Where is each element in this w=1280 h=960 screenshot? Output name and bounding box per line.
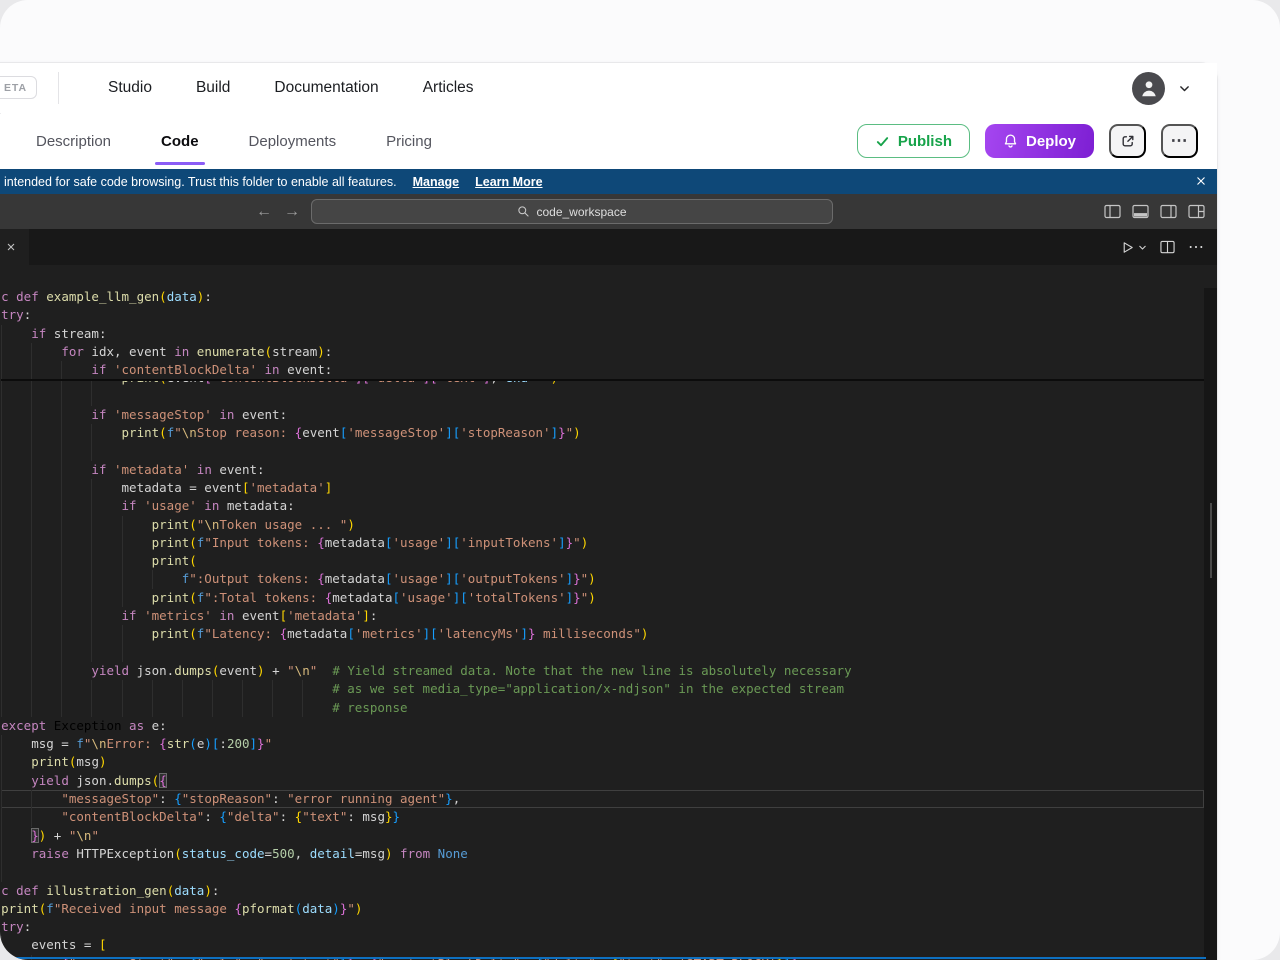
- editor-tab-partial[interactable]: [0, 229, 29, 265]
- nav-item-build[interactable]: Build: [196, 79, 230, 97]
- restricted-mode-banner: intended for safe code browsing. Trust t…: [0, 169, 1217, 194]
- code-line[interactable]: "messageStop": {"stopReason": "error run…: [1, 790, 1204, 808]
- scrollbar-thumb[interactable]: [1210, 503, 1212, 578]
- deploy-button[interactable]: Deploy: [985, 124, 1094, 158]
- code-line[interactable]: yield json.dumps(event) + "\n" # Yield s…: [1, 662, 1204, 680]
- tab-close-icon[interactable]: [5, 241, 17, 253]
- code-line[interactable]: print(f"\nStop reason: {event['messageSt…: [1, 424, 1204, 442]
- command-center[interactable]: code_workspace: [311, 199, 833, 224]
- deploy-label: Deploy: [1026, 133, 1076, 150]
- code-editor[interactable]: async def example_llm_gen(data): try: if…: [1, 288, 1204, 960]
- tab-description[interactable]: Description: [36, 113, 111, 169]
- tab-deployments[interactable]: Deployments: [249, 113, 337, 169]
- code-line[interactable]: msg = f"\nError: {str(e)[:200]}": [1, 735, 1204, 753]
- learn-more-link[interactable]: Learn More: [475, 175, 542, 189]
- vscode-embed: intended for safe code browsing. Trust t…: [0, 169, 1217, 960]
- code-line[interactable]: print("\nToken usage ... "): [1, 516, 1204, 534]
- code-line[interactable]: raise HTTPException(status_code=500, det…: [1, 845, 1204, 863]
- editor-more-actions-icon[interactable]: ⋯: [1188, 237, 1204, 257]
- code-line[interactable]: print(f"Latency: {metadata['metrics']['l…: [1, 625, 1204, 643]
- run-button[interactable]: [1120, 240, 1147, 255]
- code-line[interactable]: if 'messageStop' in event:: [1, 406, 1204, 424]
- toggle-panel-icon[interactable]: [1132, 204, 1149, 219]
- code-line[interactable]: except Exception as e:: [1, 717, 1204, 735]
- code-line[interactable]: async def example_llm_gen(data):: [1, 288, 1204, 306]
- code-line[interactable]: print(f"Received input message {pformat(…: [1, 900, 1204, 918]
- workspace-name: code_workspace: [536, 205, 626, 219]
- history-back-button[interactable]: ←: [256, 203, 272, 221]
- code-line[interactable]: "contentBlockDelta": {"delta": {"text": …: [1, 808, 1204, 826]
- tab-pricing[interactable]: Pricing: [386, 113, 432, 169]
- code-line[interactable]: if stream:: [1, 325, 1204, 343]
- editor-tabstrip: ⋯: [0, 229, 1217, 265]
- code-line[interactable]: print(msg): [1, 753, 1204, 771]
- code-lines: if 'messageStop' in event: print(f"\nSto…: [1, 387, 1204, 960]
- more-options-button[interactable]: ⋯: [1161, 124, 1198, 158]
- project-subnav: Description Code Deployments Pricing Publis…: [1, 113, 1217, 169]
- code-line[interactable]: if 'metadata' in event:: [1, 461, 1204, 479]
- breadcrumbs-bar: [0, 265, 1217, 288]
- code-line[interactable]: [1, 442, 1204, 460]
- split-editor-icon[interactable]: [1160, 240, 1175, 254]
- tab-code[interactable]: Code: [161, 113, 199, 169]
- check-icon: [875, 134, 890, 149]
- play-icon: [1120, 240, 1135, 255]
- code-line[interactable]: if 'metrics' in event['metadata']:: [1, 607, 1204, 625]
- avatar[interactable]: [1132, 72, 1165, 105]
- code-line[interactable]: events = [: [1, 936, 1204, 954]
- bell-icon: [1003, 133, 1018, 149]
- code-line[interactable]: f":Output tokens: {metadata['usage']['ou…: [1, 570, 1204, 588]
- code-line[interactable]: print(f"Input tokens: {metadata['usage']…: [1, 534, 1204, 552]
- project-card: ETA Studio Build Documentation Articles: [0, 62, 1218, 960]
- editor-scrollbar: [1204, 288, 1217, 960]
- history-forward-button[interactable]: →: [284, 203, 300, 221]
- code-line[interactable]: if 'contentBlockDelta' in event:: [1, 361, 1204, 379]
- beta-badge: ETA: [0, 76, 37, 99]
- code-line[interactable]: [1, 863, 1204, 881]
- chevron-down-icon[interactable]: [1178, 82, 1191, 95]
- code-line[interactable]: async def illustration_gen(data):: [1, 882, 1204, 900]
- search-icon: [517, 205, 530, 218]
- publish-label: Publish: [898, 133, 952, 150]
- app-window: ETA Studio Build Documentation Articles: [0, 0, 1280, 960]
- main-nav: Studio Build Documentation Articles: [108, 63, 474, 113]
- toggle-sidebar-left-icon[interactable]: [1104, 204, 1121, 219]
- nav-item-documentation[interactable]: Documentation: [274, 79, 378, 97]
- code-line[interactable]: [1, 387, 1204, 405]
- code-line[interactable]: try:: [1, 306, 1204, 324]
- code-line[interactable]: for idx, event in enumerate(stream):: [1, 343, 1204, 361]
- run-dropdown-chevron-icon[interactable]: [1138, 243, 1147, 252]
- code-line[interactable]: yield json.dumps({: [1, 772, 1204, 790]
- close-icon: [1194, 174, 1208, 188]
- app-header: ETA Studio Build Documentation Articles: [0, 63, 1217, 114]
- code-line[interactable]: # response: [1, 699, 1204, 717]
- ellipsis-icon: ⋯: [1171, 131, 1189, 151]
- customize-layout-icon[interactable]: [1188, 204, 1205, 219]
- code-line[interactable]: print(f":Total tokens: {metadata['usage'…: [1, 589, 1204, 607]
- panel-focus-border: [1, 957, 1206, 959]
- header-divider: [58, 72, 59, 104]
- code-line[interactable]: print(: [1, 552, 1204, 570]
- sticky-scroll: async def example_llm_gen(data): try: if…: [1, 288, 1204, 381]
- external-link-icon: [1120, 133, 1136, 149]
- account-menu: [1132, 63, 1191, 113]
- code-line[interactable]: try:: [1, 918, 1204, 936]
- toggle-sidebar-right-icon[interactable]: [1160, 204, 1177, 219]
- user-icon: [1139, 78, 1159, 98]
- project-actions: Publish Deploy: [857, 113, 1198, 169]
- nav-item-articles[interactable]: Articles: [423, 79, 474, 97]
- project-tabs: Description Code Deployments Pricing: [36, 113, 432, 169]
- banner-close-button[interactable]: [1194, 174, 1208, 188]
- open-external-button[interactable]: [1109, 124, 1146, 158]
- code-line[interactable]: [1, 644, 1204, 662]
- code-line[interactable]: if 'usage' in metadata:: [1, 497, 1204, 515]
- code-line[interactable]: metadata = event['metadata']: [1, 479, 1204, 497]
- code-line[interactable]: }) + "\n": [1, 827, 1204, 845]
- code-line[interactable]: # as we set media_type="application/x-nd…: [1, 680, 1204, 698]
- banner-message: intended for safe code browsing. Trust t…: [4, 175, 397, 189]
- vscode-titlebar: ← → code_workspace: [0, 194, 1217, 229]
- nav-item-studio[interactable]: Studio: [108, 79, 152, 97]
- publish-button[interactable]: Publish: [857, 124, 970, 158]
- manage-link[interactable]: Manage: [413, 175, 460, 189]
